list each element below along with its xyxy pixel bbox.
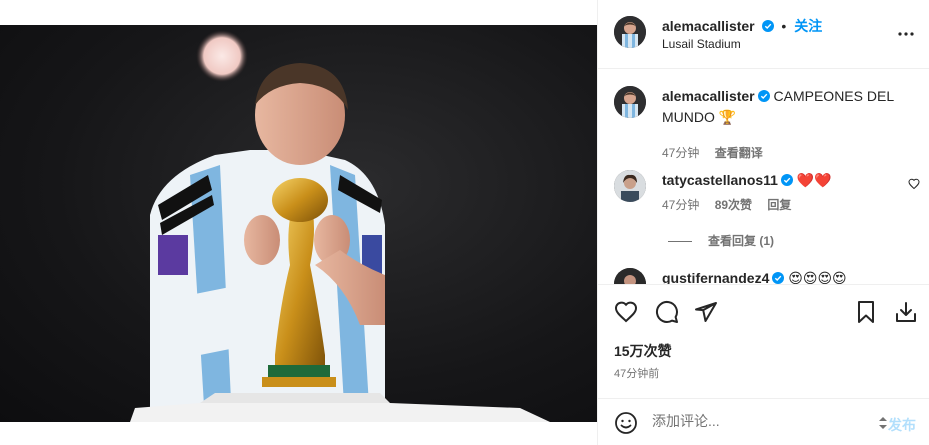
likes-count[interactable]: 15万次赞 [614,341,672,361]
verified-badge-icon [757,90,770,102]
verified-badge-icon [780,174,793,186]
comment-text: ❤️❤️ [796,172,832,188]
replies-divider-line [668,241,692,243]
caption-text-block: alemacallister CAMPEONES DEL MUNDO 🏆 [662,86,902,128]
scroll-arrows-icon [879,417,887,429]
paper-plane-icon[interactable] [694,300,718,324]
heart-icon[interactable] [614,300,638,324]
caption-username[interactable]: alemacallister [662,88,755,104]
comment-text-block: tatycastellanos11 ❤️❤️ [662,170,902,191]
post-media-area [0,0,597,445]
comment-time[interactable]: 47分钟 [662,198,699,212]
post-side-panel: alemacallister • 关注 Lusail Stadium alema… [597,0,929,445]
post-actions: 15万次赞 47分钟前 [598,284,929,409]
post-time[interactable]: 47分钟前 [614,365,659,381]
more-options-icon[interactable] [896,24,916,44]
reply-button[interactable]: 回复 [767,198,791,212]
caption-time[interactable]: 47分钟 [662,146,699,160]
comment-text-block: gustifernandez4 😍😍😍😍 [662,268,902,284]
bookmark-icon[interactable] [854,300,878,324]
translate-button[interactable]: 查看翻译 [715,146,763,160]
post-comment-button[interactable]: 发布 [888,415,916,435]
avatar-image [614,16,646,48]
post-photo[interactable] [0,25,597,422]
caption-meta: 47分钟 查看翻译 [662,144,775,161]
verified-badge-icon [761,20,774,32]
follow-button[interactable]: 关注 [794,18,822,34]
post-header: alemacallister • 关注 Lusail Stadium [598,0,929,69]
comments-list[interactable]: alemacallister CAMPEONES DEL MUNDO 🏆 47分… [598,70,929,284]
avatar-image [614,268,646,284]
comment-likes[interactable]: 89次赞 [715,198,752,212]
author-username[interactable]: alemacallister [662,18,755,34]
comment-input[interactable] [652,413,872,429]
author-avatar[interactable] [614,16,646,48]
commenter-avatar[interactable] [614,268,646,284]
avatar-image [614,86,646,118]
download-icon[interactable] [894,300,918,324]
commenter-username[interactable]: tatycastellanos11 [662,172,778,188]
caption-avatar[interactable] [614,86,646,118]
commenter-username[interactable]: gustifernandez4 [662,270,769,284]
avatar-image [614,170,646,202]
header-line: alemacallister • 关注 [662,16,822,36]
comment-meta: 47分钟 89次赞 回复 [662,196,803,213]
emoji-icon[interactable] [614,411,638,435]
add-comment-bar: 发布 [598,398,929,445]
photo-illustration [130,30,550,422]
location-link[interactable]: Lusail Stadium [662,37,741,51]
comment-like-heart-icon[interactable] [908,178,920,190]
view-replies-label: 查看回复 (1) [708,234,775,248]
commenter-avatar[interactable] [614,170,646,202]
separator-dot: • [781,18,787,34]
verified-badge-icon [772,272,785,284]
comment-icon[interactable] [655,300,679,324]
view-replies-button[interactable]: 查看回复 (1) [668,232,774,249]
comment-text: 😍😍😍😍 [788,270,847,284]
